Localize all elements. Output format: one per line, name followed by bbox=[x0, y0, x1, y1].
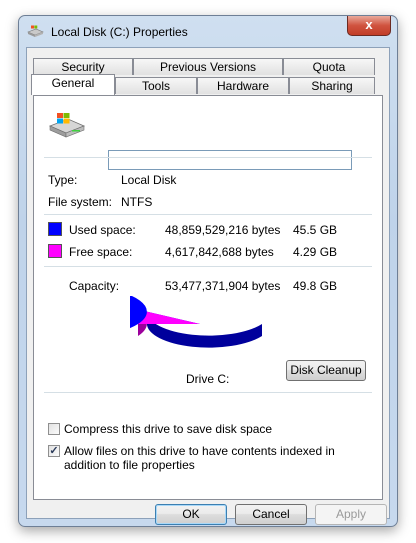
tab-previous-versions[interactable]: Previous Versions bbox=[133, 58, 283, 75]
disk-usage-pie-chart bbox=[130, 296, 262, 348]
tab-hardware[interactable]: Hardware bbox=[197, 77, 289, 94]
apply-button[interactable]: Apply bbox=[315, 504, 387, 525]
free-space-label: Free space: bbox=[69, 245, 133, 259]
capacity-gb: 49.8 GB bbox=[293, 279, 338, 293]
tab-general[interactable]: General bbox=[31, 74, 115, 95]
type-label: Type: bbox=[48, 173, 78, 187]
free-space-swatch bbox=[48, 244, 62, 258]
properties-window: Local Disk (C:) Properties x Security Pr… bbox=[18, 15, 398, 527]
separator bbox=[44, 266, 372, 267]
file-system-value: NTFS bbox=[121, 195, 153, 209]
separator bbox=[44, 157, 372, 158]
window-title: Local Disk (C:) Properties bbox=[51, 25, 188, 39]
used-space-swatch bbox=[48, 222, 62, 236]
disk-cleanup-button[interactable]: Disk Cleanup bbox=[286, 360, 366, 381]
pie-slice-free bbox=[138, 311, 200, 324]
ok-button[interactable]: OK bbox=[155, 504, 227, 525]
capacity-label: Capacity: bbox=[69, 279, 120, 293]
separator bbox=[44, 214, 372, 215]
tab-quota[interactable]: Quota bbox=[283, 58, 375, 75]
used-space-bytes: 48,859,529,216 bytes bbox=[165, 223, 281, 237]
index-label: Allow files on this drive to have conten… bbox=[64, 444, 335, 472]
drive-icon bbox=[27, 25, 44, 37]
compress-label: Compress this drive to save disk space bbox=[64, 422, 273, 436]
general-panel: Type: Local Disk File system: NTFS Used … bbox=[33, 95, 383, 500]
file-system-label: File system: bbox=[48, 195, 113, 209]
tab-tools[interactable]: Tools bbox=[115, 77, 197, 94]
title-bar[interactable]: Local Disk (C:) Properties x bbox=[19, 16, 397, 48]
dialog-client: Security Previous Versions Quota General… bbox=[26, 47, 390, 525]
close-icon: x bbox=[365, 17, 373, 32]
separator bbox=[44, 392, 372, 393]
compress-checkbox[interactable] bbox=[48, 423, 60, 435]
cancel-button[interactable]: Cancel bbox=[235, 504, 307, 525]
capacity-bytes: 53,477,371,904 bytes bbox=[165, 279, 281, 293]
drive-name-input[interactable] bbox=[108, 150, 352, 170]
free-space-bytes: 4,617,842,688 bytes bbox=[165, 245, 274, 259]
drive-icon bbox=[48, 113, 86, 138]
free-space-gb: 4.29 GB bbox=[293, 245, 338, 259]
tab-security[interactable]: Security bbox=[33, 58, 133, 75]
drive-label: Drive C: bbox=[186, 372, 230, 386]
type-value: Local Disk bbox=[121, 173, 177, 187]
close-button[interactable]: x bbox=[347, 16, 391, 36]
index-checkbox[interactable]: ✓ bbox=[48, 445, 60, 457]
checkmark-icon: ✓ bbox=[49, 445, 59, 457]
used-space-gb: 45.5 GB bbox=[293, 223, 338, 237]
used-space-label: Used space: bbox=[69, 223, 136, 237]
tab-sharing[interactable]: Sharing bbox=[289, 77, 375, 94]
